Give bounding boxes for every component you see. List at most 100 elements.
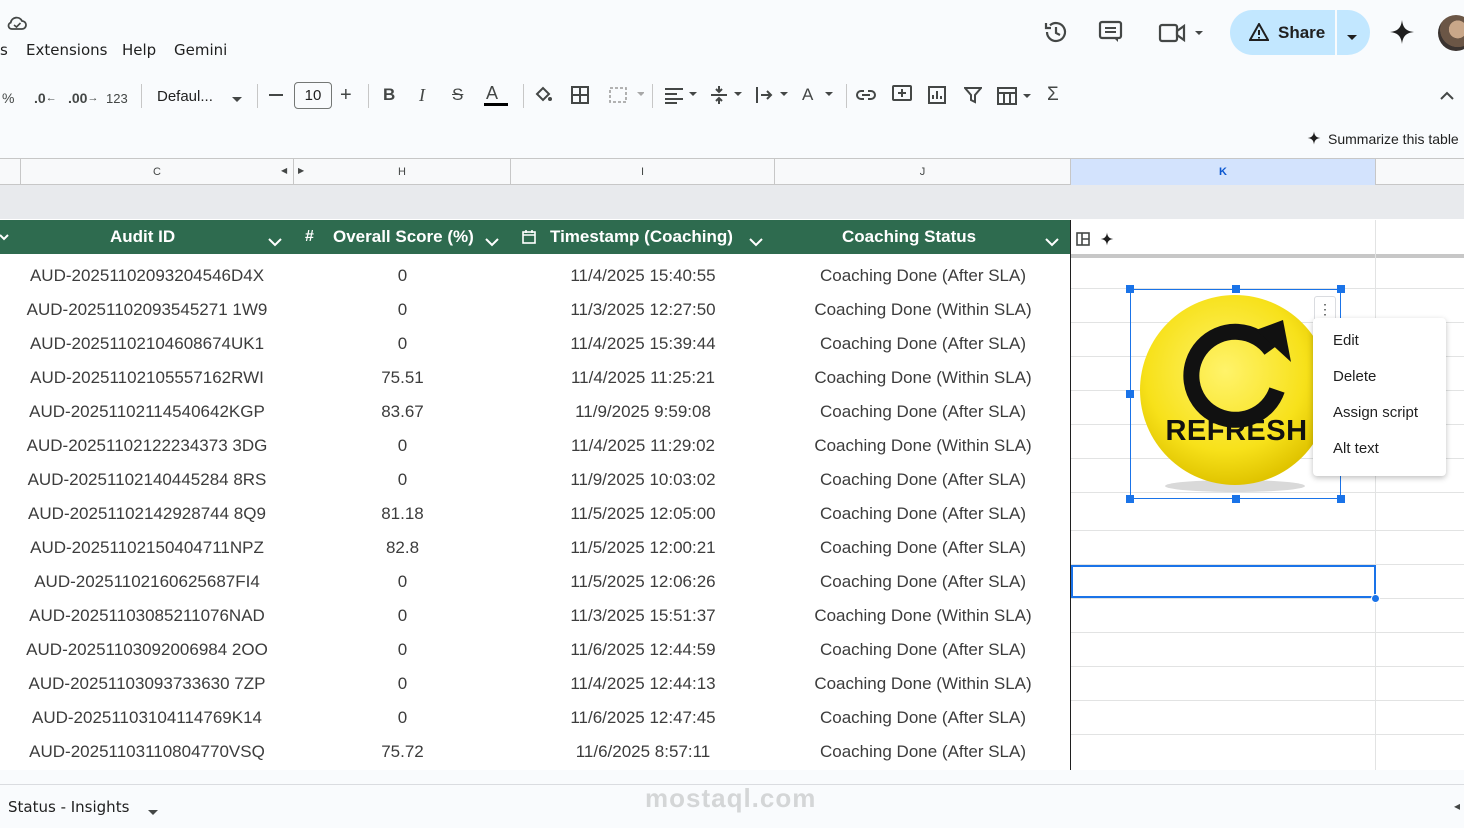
chevron-down-icon[interactable] — [749, 233, 763, 253]
text-wrapping-icon[interactable] — [755, 86, 791, 109]
chevron-down-icon[interactable] — [268, 233, 282, 253]
percent-format[interactable]: % — [2, 86, 14, 110]
cell-overall-score[interactable]: 0 — [294, 701, 511, 735]
cell-coaching-status[interactable]: Coaching Done (After SLA) — [775, 531, 1071, 565]
avatar[interactable] — [1438, 15, 1464, 51]
cell-audit-id[interactable]: AUD-20251102122234373 3DG — [0, 429, 294, 463]
cell-timestamp[interactable]: 11/3/2025 15:51:37 — [511, 599, 775, 633]
italic-icon[interactable]: I — [419, 85, 425, 106]
cell-timestamp[interactable]: 11/3/2025 12:27:50 — [511, 293, 775, 327]
horizontal-align-icon[interactable] — [664, 86, 700, 109]
cell-timestamp[interactable]: 11/9/2025 10:03:02 — [511, 463, 775, 497]
gemini-spark-icon[interactable] — [1389, 19, 1415, 50]
cell-overall-score[interactable]: 75.51 — [294, 361, 511, 395]
text-color-icon[interactable]: A — [484, 83, 508, 106]
menu-gemini[interactable]: Gemini — [174, 41, 227, 59]
cell-audit-id[interactable]: AUD-20251102093204546D4X — [0, 259, 294, 293]
increase-font-size-icon[interactable]: + — [340, 85, 352, 105]
frozen-row-divider[interactable] — [1071, 254, 1464, 258]
share-dropdown-icon[interactable] — [1346, 29, 1358, 47]
cell-audit-id[interactable]: AUD-20251102093545271 1W9 — [0, 293, 294, 327]
resize-handle[interactable] — [1126, 390, 1134, 398]
meet-icon[interactable] — [1158, 22, 1204, 49]
header-overall-score[interactable]: Overall Score (%) — [333, 220, 474, 254]
comments-icon[interactable] — [1098, 20, 1124, 49]
collapsed-left-arrow-icon[interactable]: ◀ — [281, 166, 287, 175]
cell-coaching-status[interactable]: Coaching Done (Within SLA) — [775, 667, 1071, 701]
cell-audit-id[interactable]: AUD-20251103110804770VSQ — [0, 735, 294, 769]
header-coaching-status[interactable]: Coaching Status — [842, 220, 976, 254]
menu-extensions[interactable]: Extensions — [26, 41, 107, 59]
text-rotation-icon[interactable]: A — [801, 84, 837, 111]
more-formats-button[interactable]: 123 — [106, 86, 128, 110]
cell-overall-score[interactable]: 0 — [294, 565, 511, 599]
cell-overall-score[interactable]: 82.8 — [294, 531, 511, 565]
menu-item-assign-script[interactable]: Assign script — [1333, 404, 1418, 421]
cell-timestamp[interactable]: 11/5/2025 12:05:00 — [511, 497, 775, 531]
cell-coaching-status[interactable]: Coaching Done (After SLA) — [775, 565, 1071, 599]
cell-coaching-status[interactable]: Coaching Done (After SLA) — [775, 735, 1071, 769]
cell-timestamp[interactable]: 11/4/2025 11:25:21 — [511, 361, 775, 395]
column-header-k[interactable]: K — [1071, 159, 1376, 185]
column-header-h[interactable]: H — [294, 159, 511, 185]
cell-timestamp[interactable]: 11/5/2025 12:00:21 — [511, 531, 775, 565]
resize-handle[interactable] — [1126, 495, 1134, 503]
filter-icon[interactable] — [962, 86, 984, 109]
cell-audit-id[interactable]: AUD-20251103092006984 2OO — [0, 633, 294, 667]
cell-overall-score[interactable]: 75.72 — [294, 735, 511, 769]
cell-coaching-status[interactable]: Coaching Done (Within SLA) — [775, 429, 1071, 463]
cell-audit-id[interactable]: AUD-20251102104608674UK1 — [0, 327, 294, 361]
cell-timestamp[interactable]: 11/4/2025 11:29:02 — [511, 429, 775, 463]
chevron-down-icon[interactable] — [231, 91, 243, 109]
cell-coaching-status[interactable]: Coaching Done (After SLA) — [775, 497, 1071, 531]
cell-audit-id[interactable]: AUD-20251102140445284 8RS — [0, 463, 294, 497]
cell-coaching-status[interactable]: Coaching Done (After SLA) — [775, 259, 1071, 293]
resize-handle[interactable] — [1126, 285, 1134, 293]
cell-timestamp[interactable]: 11/4/2025 12:44:13 — [511, 667, 775, 701]
cell-overall-score[interactable]: 83.67 — [294, 395, 511, 429]
column-header-partial[interactable] — [0, 159, 21, 185]
menu-partial[interactable]: s — [0, 41, 8, 59]
cell-overall-score[interactable]: 0 — [294, 463, 511, 497]
decrease-font-size-icon[interactable] — [269, 94, 283, 96]
borders-icon[interactable] — [571, 86, 589, 109]
menu-item-edit[interactable]: Edit — [1333, 332, 1359, 349]
cell-coaching-status[interactable]: Coaching Done (After SLA) — [775, 701, 1071, 735]
functions-icon[interactable]: Σ — [1047, 84, 1059, 106]
cell-audit-id[interactable]: AUD-20251103104114769K14 — [0, 701, 294, 735]
menu-item-alt-text[interactable]: Alt text — [1333, 440, 1379, 457]
cell-overall-score[interactable]: 0 — [294, 667, 511, 701]
version-history-icon[interactable] — [1043, 19, 1069, 50]
cell-overall-score[interactable]: 81.18 — [294, 497, 511, 531]
column-header-c[interactable]: C — [21, 159, 294, 185]
cell-overall-score[interactable]: 0 — [294, 327, 511, 361]
cell-coaching-status[interactable]: Coaching Done (Within SLA) — [775, 293, 1071, 327]
collapse-menu-icon[interactable] — [1439, 88, 1455, 106]
sheet-tab-menu-icon[interactable] — [147, 804, 159, 822]
cell-timestamp[interactable]: 11/4/2025 15:40:55 — [511, 259, 775, 293]
share-button[interactable]: Share — [1230, 10, 1370, 55]
cell-timestamp[interactable]: 11/9/2025 9:59:08 — [511, 395, 775, 429]
refresh-image[interactable]: REFRESH ⋮ — [1130, 289, 1341, 499]
header-timestamp[interactable]: Timestamp (Coaching) — [550, 220, 733, 254]
cell-coaching-status[interactable]: Coaching Done (After SLA) — [775, 633, 1071, 667]
resize-handle[interactable] — [1232, 285, 1240, 293]
cell-audit-id[interactable]: AUD-20251102150404711NPZ — [0, 531, 294, 565]
cell-overall-score[interactable]: 0 — [294, 429, 511, 463]
font-family-select[interactable]: Defaul... — [157, 84, 213, 108]
cell-timestamp[interactable]: 11/6/2025 8:57:11 — [511, 735, 775, 769]
cell-audit-id[interactable]: AUD-20251102114540642KGP — [0, 395, 294, 429]
cell-coaching-status[interactable]: Coaching Done (Within SLA) — [775, 599, 1071, 633]
merge-cells-icon[interactable] — [608, 86, 645, 109]
cell-coaching-status[interactable]: Coaching Done (Within SLA) — [775, 361, 1071, 395]
column-header-i[interactable]: I — [511, 159, 775, 185]
insert-link-icon[interactable] — [856, 88, 876, 107]
decrease-decimal-button[interactable]: .0 ← — [34, 86, 57, 110]
bold-icon[interactable]: B — [383, 85, 395, 105]
cell-overall-score[interactable]: 0 — [294, 599, 511, 633]
cell-overall-score[interactable]: 0 — [294, 259, 511, 293]
scroll-tabs-icon[interactable]: ◂ — [1454, 799, 1460, 813]
filter-views-icon[interactable] — [997, 86, 1033, 111]
table-layout-icon[interactable] — [1076, 232, 1090, 251]
cell-overall-score[interactable]: 0 — [294, 293, 511, 327]
